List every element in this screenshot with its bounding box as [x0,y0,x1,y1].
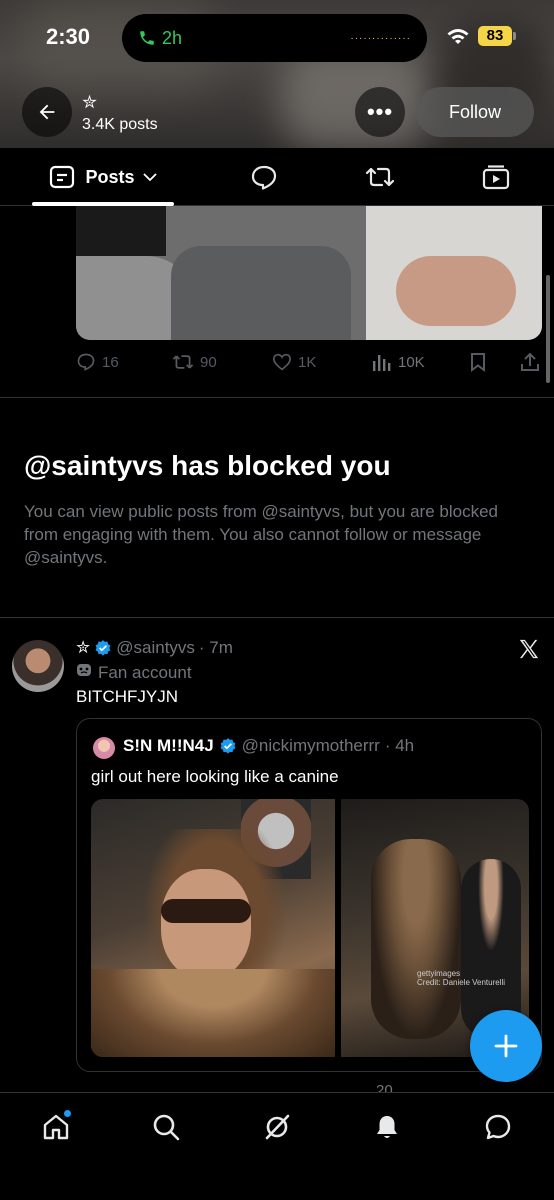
verified-badge-icon [94,639,112,657]
post-display-name[interactable]: ✮ [76,638,90,658]
repost-count: 90 [200,353,217,371]
home-notification-dot [63,1109,72,1118]
reposts-icon [365,167,395,187]
views-button[interactable]: 10K [372,353,425,371]
share-button[interactable] [520,352,540,372]
quote-display-name[interactable]: S!N M!!N4J [123,736,214,756]
post-header: ✮ @saintyvs · 7m [76,638,233,658]
wifi-icon [447,29,469,44]
quote-time: · 4h [384,736,415,755]
bookmark-button[interactable] [470,352,486,372]
quoted-post[interactable]: S!N M!!N4J @nickimymotherrr · 4h girl ou… [76,718,542,1072]
fan-account-text: Fan account [98,662,192,682]
nav-grok[interactable] [259,1109,295,1145]
tab-reposts[interactable] [350,148,410,206]
verified-badge-icon [219,737,237,755]
fan-account-label: Fan account [76,662,192,683]
profile-posts-count: 3.4K posts [82,116,158,133]
battery-indicator: 83 [478,26,516,46]
more-options-button[interactable]: ••• [355,87,405,137]
reply-button[interactable]: 16 [76,352,119,372]
bottom-navigation [0,1092,554,1200]
repost-button[interactable]: 90 [172,353,217,371]
post-actions: 16 90 1K 10K [76,348,542,376]
view-count: 10K [398,353,425,371]
post-image[interactable] [76,206,542,340]
repost-icon [172,355,194,369]
call-duration: 2h [162,27,183,48]
compose-button[interactable] [470,1010,542,1082]
quote-avatar[interactable] [93,737,115,759]
bookmark-icon [471,353,485,372]
divider [0,617,554,618]
tab-posts-label: Posts [85,166,135,187]
x-logo-icon [519,639,539,659]
reply-count: 16 [102,353,119,371]
masks-icon [76,662,92,683]
profile-name: ✮ [82,92,98,112]
replies-icon [251,165,277,190]
nav-search[interactable] [148,1109,184,1145]
media-icon [482,165,510,190]
quote-text: girl out here looking like a canine [91,767,339,786]
nav-messages[interactable] [480,1109,516,1145]
reply-icon [77,353,95,371]
messages-icon [485,1114,511,1140]
posts-icon [50,165,75,189]
quote-image-1[interactable] [91,799,335,1057]
tab-replies[interactable] [234,148,294,206]
blocked-description: You can view public posts from @saintyvs… [24,502,498,567]
chevron-down-icon [142,173,157,182]
dynamic-island[interactable]: 2h ·············· [122,14,427,62]
share-icon [521,352,539,371]
notifications-icon [377,1116,397,1138]
post-handle[interactable]: @saintyvs [116,638,195,658]
quote-handle[interactable]: @nickimymotherrr [242,736,380,756]
phone-icon [140,31,154,45]
tab-posts[interactable]: Posts [32,148,174,206]
audio-waveform: ·············· [350,32,411,44]
like-count: 1K [298,353,317,371]
profile-tabs: Posts [0,148,554,206]
nav-notifications[interactable] [369,1109,405,1145]
blocked-title: @saintyvs has blocked you [24,450,391,481]
search-icon [153,1114,180,1141]
quote-header: S!N M!!N4J @nickimymotherrr · 4h [123,736,414,756]
post-text: BITCHFJYJN [76,687,178,706]
post-time: · 7m [198,638,233,657]
nav-home[interactable] [38,1109,74,1145]
grok-icon [265,1114,290,1140]
follow-button[interactable]: Follow [416,87,534,137]
call-indicator: 2h [138,28,182,49]
back-button[interactable] [22,87,72,137]
heart-icon [272,353,292,371]
status-time: 2:30 [46,24,91,49]
arrow-left-icon [39,104,55,120]
tab-media[interactable] [466,148,526,206]
divider [0,397,554,398]
getty-watermark: gettyimages Credit: Daniele Venturelli [417,969,506,987]
avatar[interactable] [12,640,64,692]
like-button[interactable]: 1K [272,353,316,371]
plus-icon [494,1034,518,1058]
views-icon [373,355,391,371]
scrollbar[interactable] [546,275,550,383]
